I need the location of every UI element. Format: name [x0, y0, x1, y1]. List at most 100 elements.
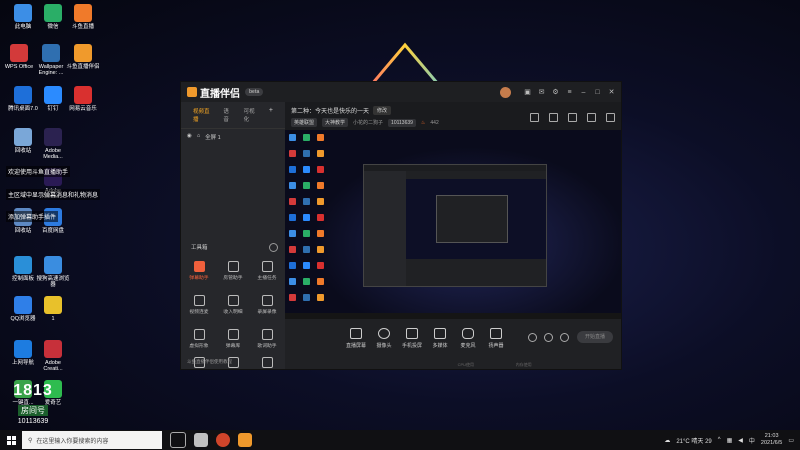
preview-desktop-icon [289, 294, 296, 301]
effect-icon[interactable] [544, 333, 553, 342]
tab-voice[interactable]: 语音 [223, 107, 233, 123]
scene-item[interactable]: ◉ ⌂ 全屏 1 [181, 129, 285, 145]
desktop-icon[interactable]: 斗鱼直播 [66, 4, 100, 30]
desktop-icon[interactable]: 搜狗高速浏览器 [36, 256, 70, 289]
share-icon[interactable] [606, 113, 615, 122]
tab-visual[interactable]: 可视化 [244, 107, 259, 123]
tutorial-link[interactable]: 斗鱼直播伴侣使用教程 [187, 359, 232, 365]
tool-item[interactable]: 主播任务 [252, 261, 282, 281]
preview-desktop-icon [289, 182, 296, 189]
status-item: 内存使用 [515, 361, 532, 367]
multimedia-button[interactable]: 多媒体 [425, 328, 455, 349]
tool-item[interactable]: 房管助手 [218, 261, 248, 281]
desktop-icon[interactable]: QQ浏览器 [6, 296, 40, 322]
app-icon [42, 44, 60, 62]
start-live-button[interactable]: 开始直播 [577, 331, 613, 343]
message-icon[interactable]: ✉ [538, 89, 545, 96]
tool-item[interactable]: 收入明细 [218, 295, 248, 315]
fire-icon: ♨ [420, 119, 426, 126]
tool-item[interactable]: 弹幕库 [218, 329, 248, 349]
minimize-icon[interactable]: – [580, 89, 587, 96]
skin-icon[interactable]: ▣ [524, 89, 531, 96]
desktop-icon[interactable]: 回收站 [6, 128, 40, 154]
taskbar-search[interactable]: ⚲ 在这里输入你要搜索的内容 [22, 431, 162, 449]
desktop-icon[interactable]: 钉钉 [36, 86, 70, 112]
maximize-icon[interactable]: □ [594, 89, 601, 96]
app-icon [74, 44, 92, 62]
desktop-icon[interactable]: 此电脑 [6, 4, 40, 30]
notification-icon[interactable]: ▭ [788, 437, 794, 444]
edit-title-button[interactable]: 修改 [373, 106, 392, 115]
ime-indicator[interactable]: 中 [749, 436, 755, 445]
refresh-icon[interactable] [568, 113, 577, 122]
app-logo: 直播伴侣 beta [187, 85, 264, 100]
avatar[interactable] [500, 86, 511, 98]
tools-more-icon[interactable] [269, 243, 278, 252]
add-scene-icon[interactable]: + [269, 107, 273, 123]
menu-icon[interactable]: ≡ [566, 89, 573, 96]
desktop-icon[interactable]: Adobe Media... [36, 128, 70, 161]
desktop-icon[interactable]: 上网导航 [6, 340, 40, 366]
eye-icon[interactable]: ◉ [187, 133, 192, 141]
desktop-icon-label: 钉钉 [47, 106, 59, 112]
chevron-up-icon[interactable]: ^ [718, 437, 721, 443]
lock-icon[interactable]: ⌂ [197, 133, 200, 141]
desktop-icon[interactable]: Adobe Creati... [36, 340, 70, 373]
tab-video-live[interactable]: 视频直播 [193, 107, 213, 123]
desktop-icon[interactable]: 控制面板 [6, 256, 40, 282]
tool-icon [227, 261, 239, 272]
desktop-icon-label: Adobe Creati... [43, 360, 63, 373]
preview-desktop-icon [289, 246, 296, 253]
microphone-button[interactable]: 麦克风 [453, 328, 483, 349]
tool-item[interactable]: 弹幕助手 [184, 261, 214, 281]
version-badge[interactable]: beta [245, 88, 264, 96]
desktop-icon[interactable]: 腾讯桌面7.0 [6, 86, 40, 112]
preview-desktop-icon [317, 134, 324, 141]
camera-button[interactable]: 摄像头 [369, 328, 399, 349]
screen-share-button[interactable]: 直播屏幕 [341, 328, 371, 349]
desktop-icon[interactable]: 网易云音乐 [66, 86, 100, 112]
close-icon[interactable]: ✕ [608, 89, 615, 96]
tool-item[interactable]: 歌词助手 [252, 329, 282, 349]
desktop-icon-label: 回收站 [14, 148, 32, 154]
network-icon[interactable]: ▦ [727, 437, 733, 444]
explorer-icon[interactable] [194, 433, 208, 447]
desktop-icon[interactable]: 微信 [36, 4, 70, 30]
live-assistant-taskbar-icon[interactable] [238, 433, 252, 447]
speaker-button[interactable]: 扬声器 [481, 328, 511, 349]
live-preview[interactable] [285, 130, 621, 319]
tool-item[interactable]: 录屏录像 [252, 295, 282, 315]
tool-label: 录屏录像 [257, 310, 277, 315]
subcategory-chip[interactable]: 大神教学 [322, 118, 349, 127]
start-button[interactable] [0, 430, 22, 450]
category-chip[interactable]: 英雄联盟 [291, 118, 318, 127]
bell-icon[interactable] [587, 113, 596, 122]
live-assistant-window: 直播伴侣 beta ▣ ✉ ⚙ ≡ – □ ✕ 视频直播 语音 可视化 + ◉ … [180, 81, 622, 370]
tool-item[interactable] [252, 357, 282, 370]
task-view-icon[interactable] [170, 432, 186, 448]
app-icon [44, 340, 62, 358]
volume-icon[interactable]: ◀ [738, 437, 743, 444]
record-icon[interactable] [528, 333, 537, 342]
settings-icon[interactable]: ⚙ [552, 89, 559, 96]
tool-icon [227, 329, 239, 340]
desktop-icon-label: 斗鱼直播伴侣 [66, 64, 100, 70]
tool-item[interactable]: 虚拟形象 [184, 329, 214, 349]
layout-icon[interactable] [530, 113, 539, 122]
tool-item[interactable]: 视频连麦 [184, 295, 214, 315]
desktop-icon[interactable]: Wallpaper Engine: ... [34, 44, 68, 77]
desktop-icon[interactable]: WPS Office [2, 44, 36, 70]
desktop-icon[interactable]: 1 [36, 296, 70, 322]
desktop-icon[interactable]: 斗鱼直播伴侣 [66, 44, 100, 70]
clock[interactable]: 21:03 2021/6/5 [761, 433, 782, 446]
desktop-icon-label: WPS Office [4, 64, 34, 70]
weather-text[interactable]: 21°C 晴天 29 [676, 436, 711, 445]
app-icon [44, 256, 62, 274]
tool-icon [261, 357, 273, 368]
desktop-icon-label: Adobe Media... [43, 148, 63, 161]
titlebar-controls: ▣ ✉ ⚙ ≡ – □ ✕ [500, 86, 615, 98]
gear-icon[interactable] [560, 333, 569, 342]
browser-icon[interactable] [216, 433, 230, 447]
phone-cast-button[interactable]: 手机投屏 [397, 328, 427, 349]
lock-icon[interactable] [549, 113, 558, 122]
